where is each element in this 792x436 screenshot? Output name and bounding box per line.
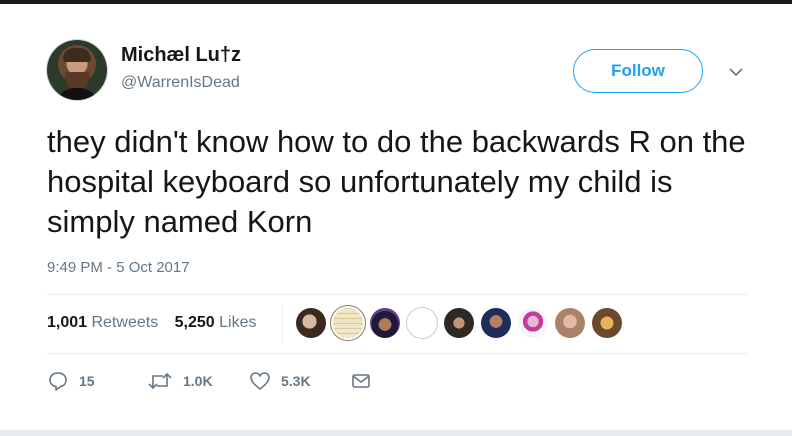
liker-avatar[interactable] — [407, 308, 437, 338]
liker-avatar[interactable] — [518, 308, 548, 338]
retweets-stat[interactable]: 1,001 Retweets — [47, 314, 158, 332]
envelope-icon — [352, 374, 370, 388]
divider — [47, 294, 747, 295]
divider — [47, 353, 747, 354]
liker-avatar[interactable] — [555, 308, 585, 338]
reply-button[interactable]: 15 — [47, 370, 95, 392]
likes-stat[interactable]: 5,250 Likes — [175, 314, 257, 332]
reply-count: 15 — [79, 373, 95, 389]
likes-count: 5,250 — [174, 314, 215, 331]
display-name[interactable]: Michæl Lu†z — [121, 44, 241, 67]
retweet-count: 1.0K — [183, 373, 213, 389]
user-handle[interactable]: @WarrenIsDead — [121, 74, 240, 92]
tweet-text: they didn't know how to do the backwards… — [47, 124, 746, 239]
top-edge — [0, 0, 792, 4]
heart-icon — [250, 372, 270, 390]
liker-avatar[interactable] — [296, 308, 326, 338]
liker-avatar[interactable] — [333, 308, 363, 338]
avatar-hair — [63, 48, 91, 62]
likes-label: Likes — [219, 314, 257, 331]
bottom-edge — [0, 430, 792, 436]
reply-icon — [49, 372, 67, 391]
liker-avatar[interactable] — [370, 308, 400, 338]
like-count: 5.3K — [281, 373, 311, 389]
retweet-button[interactable]: 1.0K — [147, 370, 213, 392]
retweets-label: Retweets — [91, 314, 159, 331]
direct-message-button[interactable] — [350, 370, 382, 392]
tweet-stats: 1,001 Retweets 5,250 Likes — [47, 314, 269, 332]
retweet-icon — [148, 372, 172, 390]
liker-avatar[interactable] — [592, 308, 622, 338]
liker-avatar[interactable] — [481, 308, 511, 338]
avatar[interactable] — [47, 40, 107, 100]
stats-separator — [282, 304, 283, 342]
follow-button[interactable]: Follow — [573, 49, 703, 93]
tweet-timestamp[interactable]: 9:49 PM - 5 Oct 2017 — [47, 259, 190, 276]
liker-avatar[interactable] — [444, 308, 474, 338]
avatar-shirt — [55, 88, 99, 100]
chevron-down-icon[interactable] — [728, 66, 744, 78]
retweets-count: 1,001 — [47, 314, 88, 331]
like-button[interactable]: 5.3K — [249, 370, 311, 392]
